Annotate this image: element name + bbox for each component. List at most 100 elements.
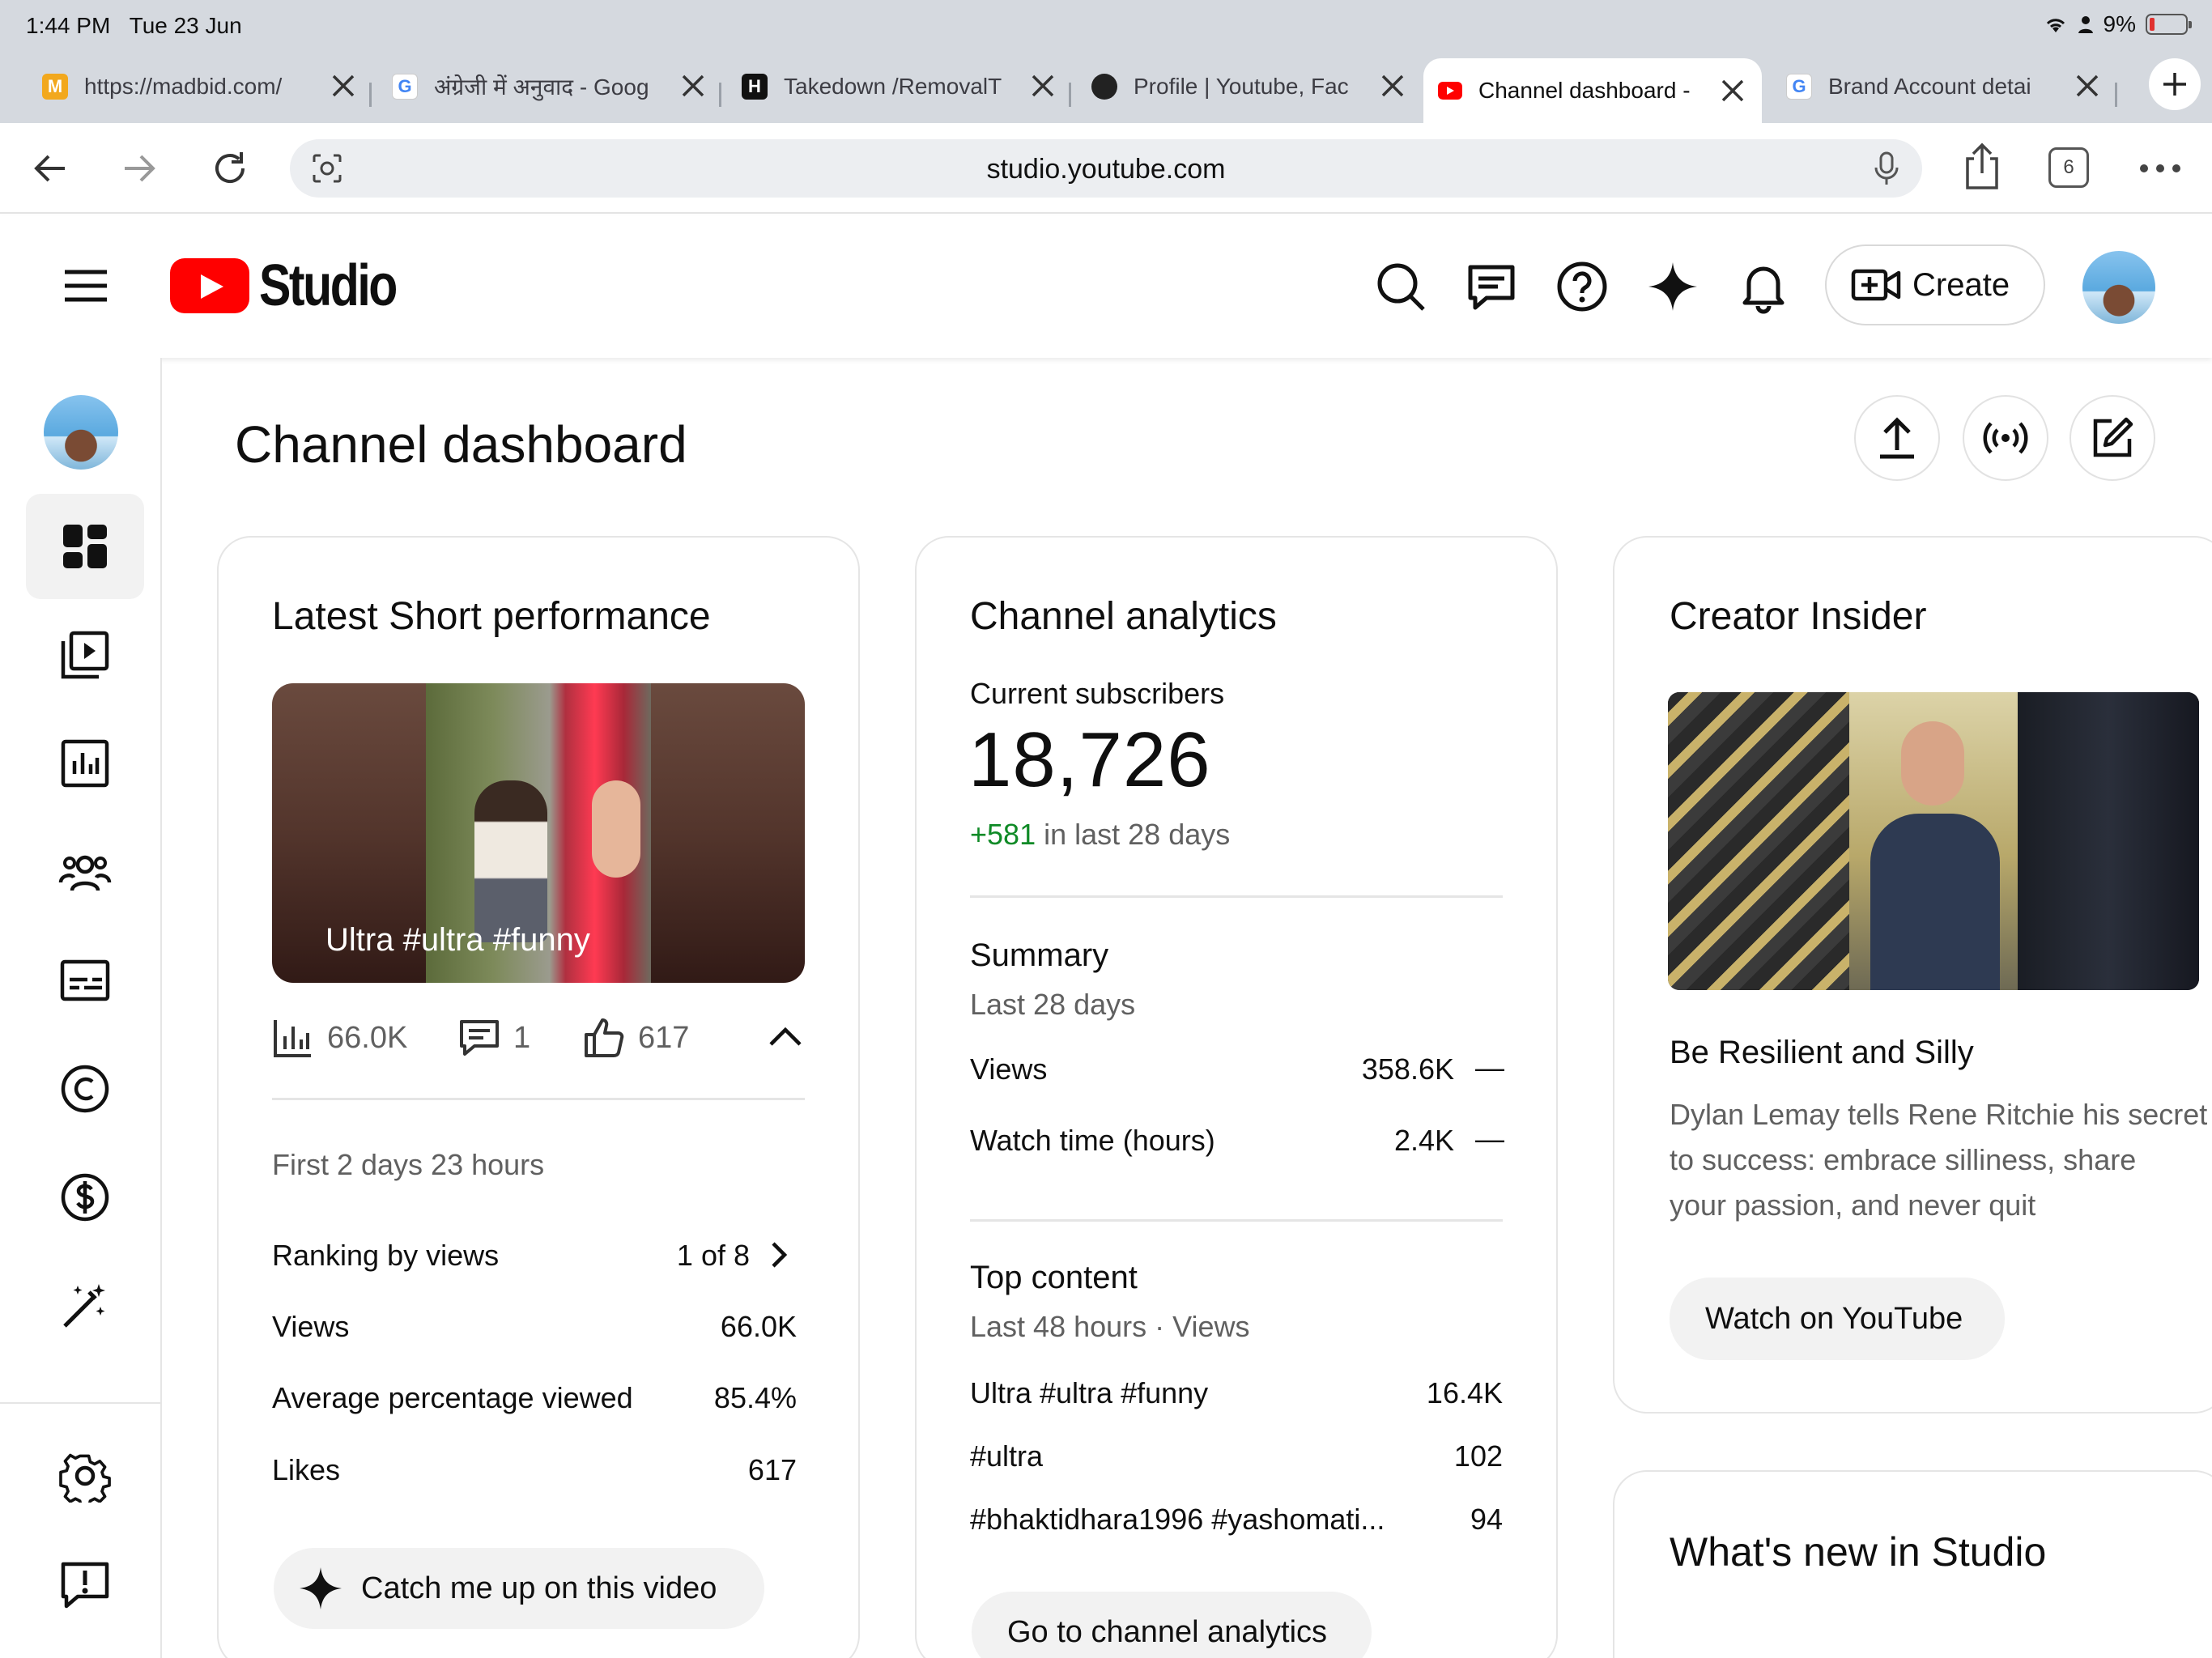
- tab-divider: [2115, 83, 2117, 107]
- analytics-icon: [61, 739, 109, 788]
- short-likes-stat: 617: [583, 1017, 689, 1059]
- sparkle-icon[interactable]: [1645, 259, 1700, 314]
- sidebar-item-earn[interactable]: [26, 1145, 144, 1250]
- top-content-item[interactable]: #ultra: [970, 1439, 1043, 1473]
- close-tab-icon[interactable]: [1378, 71, 1407, 100]
- go-to-analytics-button[interactable]: Go to channel analytics: [972, 1592, 1372, 1658]
- chevron-right-icon[interactable]: [769, 1240, 789, 1269]
- sidebar-item-customization[interactable]: [26, 1253, 144, 1358]
- reload-icon[interactable]: [209, 147, 251, 189]
- sidebar-item-subtitles[interactable]: [26, 928, 144, 1033]
- divider: [272, 1098, 805, 1100]
- chevron-up-icon[interactable]: [768, 1025, 803, 1049]
- close-tab-icon[interactable]: [2073, 71, 2102, 100]
- microphone-icon[interactable]: [1870, 151, 1903, 186]
- comment-icon: [460, 1020, 499, 1056]
- tab-favicon-icon: G: [392, 74, 418, 100]
- menu-icon[interactable]: [62, 266, 110, 306]
- tab-count-button[interactable]: 6: [2048, 147, 2089, 188]
- youtube-logo-icon: [170, 258, 249, 313]
- channel-avatar[interactable]: [44, 395, 118, 470]
- comments-icon[interactable]: [1464, 259, 1519, 314]
- insider-description-line: your passion, and never quit: [1670, 1188, 2036, 1222]
- community-icon: [58, 855, 112, 891]
- tab-divider: [369, 83, 372, 107]
- whats-new-title: What's new in Studio: [1670, 1529, 2047, 1575]
- top-content-item[interactable]: #bhaktidhara1996 #yashomati...: [970, 1503, 1385, 1537]
- sidebar-item-dashboard[interactable]: [26, 494, 144, 599]
- short-thumbnail[interactable]: Ultra #ultra #funny: [272, 683, 805, 983]
- top-content-item[interactable]: Ultra #ultra #funny: [970, 1376, 1208, 1410]
- latest-short-title: Latest Short performance: [272, 595, 711, 638]
- sidebar-item-feedback[interactable]: [26, 1532, 144, 1637]
- sidebar-item-analytics[interactable]: [26, 711, 144, 816]
- sidebar-item-copyright[interactable]: [26, 1036, 144, 1141]
- browser-tab-bar: M https://madbid.com/ G अंग्रेजी में अनु…: [0, 50, 2212, 123]
- summary-views-trend: —: [1475, 1051, 1504, 1084]
- short-thumbnail-caption: Ultra #ultra #funny: [325, 922, 590, 958]
- forward-icon[interactable]: [118, 147, 160, 189]
- back-icon[interactable]: [29, 147, 71, 189]
- analytics-bar-icon: [274, 1020, 311, 1057]
- creator-insider-thumbnail[interactable]: [1668, 692, 2199, 990]
- top-content-value: 102: [1453, 1439, 1503, 1473]
- summary-views-value: 358.6K: [1361, 1052, 1454, 1086]
- sidebar-item-settings[interactable]: [26, 1423, 144, 1528]
- earn-icon: [61, 1173, 109, 1222]
- search-icon[interactable]: [1373, 259, 1428, 314]
- live-icon: [1983, 422, 2028, 454]
- create-button[interactable]: Create: [1825, 244, 2045, 325]
- ranking-value[interactable]: 1 of 8: [632, 1239, 750, 1273]
- thumbnail-panel: [1668, 692, 1849, 990]
- battery-percent: 9%: [2103, 11, 2136, 36]
- short-views-stat: 66.0K: [272, 1017, 407, 1059]
- top-content-title: Top content: [970, 1260, 1138, 1295]
- bell-icon[interactable]: [1736, 259, 1791, 314]
- new-tab-button[interactable]: [2149, 58, 2201, 110]
- browser-tab[interactable]: Profile | Youtube, Fac: [1091, 58, 1407, 115]
- account-avatar[interactable]: [2082, 251, 2155, 324]
- edit-icon: [2093, 417, 2133, 457]
- wifi-icon: [2046, 19, 2065, 32]
- help-icon[interactable]: [1555, 259, 1610, 314]
- browser-tab-active[interactable]: Channel dashboard -: [1423, 58, 1762, 123]
- address-bar[interactable]: studio.youtube.com: [290, 139, 1922, 198]
- sidebar-divider: [0, 1402, 162, 1404]
- subscribers-count: 18,726: [968, 716, 1211, 803]
- studio-logo[interactable]: Studio: [170, 253, 426, 319]
- tab-favicon-icon: H: [742, 74, 768, 100]
- share-icon[interactable]: [1959, 142, 2005, 191]
- sidebar-item-content[interactable]: [26, 602, 144, 708]
- close-tab-icon[interactable]: [1028, 71, 1057, 100]
- copyright-icon: [61, 1065, 109, 1113]
- content-icon: [61, 631, 109, 679]
- status-bar: 1:44 PM Tue 23 Jun 9%: [0, 0, 2212, 50]
- thumbnail-panel: [1849, 692, 2018, 990]
- browser-tab[interactable]: M https://madbid.com/: [42, 58, 358, 115]
- likes-label: Likes: [272, 1453, 341, 1486]
- battery-icon: [2146, 14, 2192, 35]
- more-icon[interactable]: [2138, 147, 2183, 189]
- sidebar-item-community[interactable]: [26, 819, 144, 925]
- go-live-button[interactable]: [1963, 395, 2048, 481]
- likes-value: 617: [747, 1453, 797, 1486]
- upload-button[interactable]: [1854, 395, 1940, 481]
- analytics-title: Channel analytics: [970, 595, 1277, 638]
- close-tab-icon[interactable]: [678, 71, 708, 100]
- create-post-button[interactable]: [2069, 395, 2155, 481]
- dashboard-icon: [63, 525, 107, 568]
- creator-insider-title: Creator Insider: [1670, 595, 1927, 638]
- youtube-favicon-icon: [1438, 82, 1462, 100]
- watch-on-youtube-button[interactable]: Watch on YouTube: [1670, 1278, 2005, 1360]
- plus-icon: [2163, 73, 2186, 96]
- close-tab-icon[interactable]: [1718, 76, 1747, 105]
- divider: [970, 1219, 1503, 1222]
- browser-tab[interactable]: H Takedown /RemovalT: [742, 58, 1057, 115]
- sidebar: [0, 358, 162, 1658]
- browser-tab[interactable]: G अंग्रेजी में अनुवाद - Goog: [392, 58, 708, 115]
- close-tab-icon[interactable]: [329, 71, 358, 100]
- catch-up-button[interactable]: Catch me up on this video: [274, 1548, 764, 1629]
- views-label: Views: [272, 1310, 350, 1343]
- customization-icon: [63, 1284, 105, 1328]
- browser-tab[interactable]: G Brand Account detai: [1786, 58, 2102, 115]
